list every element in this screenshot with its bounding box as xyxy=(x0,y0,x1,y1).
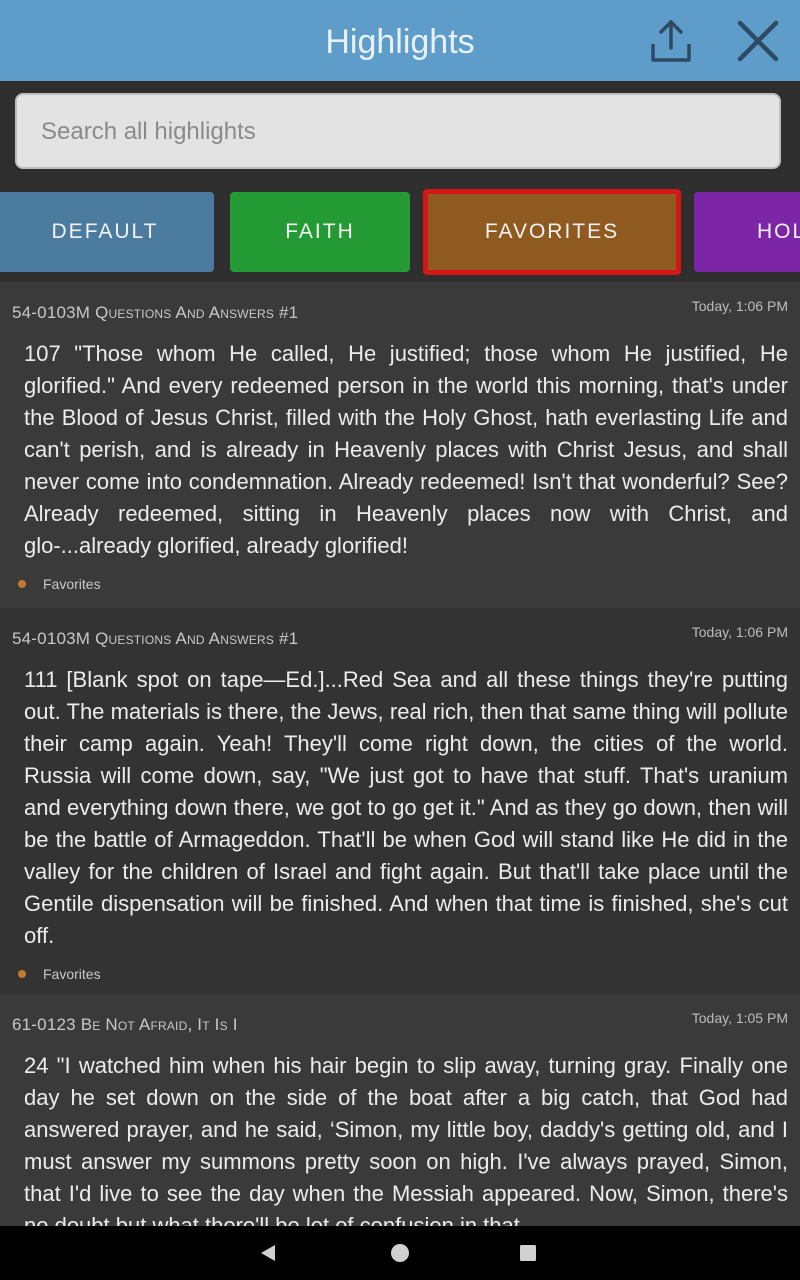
tag-hol[interactable]: HOL xyxy=(694,192,800,272)
tag-default[interactable]: DEFAULT xyxy=(0,192,214,272)
highlight-card[interactable]: 54-0103M Questions And Answers #1 Today,… xyxy=(0,282,800,608)
app-header: Highlights xyxy=(0,0,800,81)
nav-home-button[interactable] xyxy=(382,1235,418,1271)
tag-label: FAITH xyxy=(285,220,355,243)
highlights-list[interactable]: 54-0103M Questions And Answers #1 Today,… xyxy=(0,282,800,1226)
share-upload-icon xyxy=(651,20,691,62)
highlight-tag-label: Favorites xyxy=(43,576,101,592)
highlight-timestamp: Today, 1:06 PM xyxy=(691,624,788,640)
highlight-card[interactable]: 61-0123 Be Not Afraid, It Is I Today, 1:… xyxy=(0,994,800,1226)
system-nav-bar xyxy=(0,1226,800,1280)
highlight-text: 107 "Those whom He called, He justified;… xyxy=(24,341,788,558)
highlight-source-title: 54-0103M Questions And Answers #1 xyxy=(12,303,299,322)
tag-label: HOL xyxy=(757,220,800,243)
highlight-source-title: 61-0123 Be Not Afraid, It Is I xyxy=(12,1015,238,1034)
nav-recents-button[interactable] xyxy=(510,1235,546,1271)
tag-color-dot-icon xyxy=(18,580,26,588)
search-box[interactable] xyxy=(15,93,781,169)
search-input[interactable] xyxy=(39,95,743,169)
close-button[interactable] xyxy=(731,14,785,68)
recents-square-icon xyxy=(520,1245,536,1261)
home-circle-icon xyxy=(391,1244,409,1262)
tag-label: FAVORITES xyxy=(484,220,620,243)
highlight-tag: Favorites xyxy=(12,962,788,986)
highlight-tag-label: Favorites xyxy=(43,966,101,982)
highlight-timestamp: Today, 1:06 PM xyxy=(691,298,788,314)
back-triangle-icon xyxy=(261,1245,275,1261)
highlight-text: 24 "I watched him when his hair begin to… xyxy=(24,1053,788,1226)
close-icon xyxy=(737,20,779,62)
tag-faith[interactable]: FAITH xyxy=(230,192,410,272)
search-bar-container xyxy=(0,81,800,185)
highlight-timestamp: Today, 1:05 PM xyxy=(691,1010,788,1026)
highlight-text: 111 [Blank spot on tape—Ed.]...Red Sea a… xyxy=(24,667,788,948)
highlight-source-title: 54-0103M Questions And Answers #1 xyxy=(12,629,299,648)
highlight-card[interactable]: 54-0103M Questions And Answers #1 Today,… xyxy=(0,608,800,994)
tag-color-dot-icon xyxy=(18,970,26,978)
nav-back-button[interactable] xyxy=(250,1235,286,1271)
tag-favorites[interactable]: FAVORITES xyxy=(423,189,681,275)
share-button[interactable] xyxy=(644,14,698,68)
tag-filter-row[interactable]: DEFAULT FAITH FAVORITES HOL xyxy=(0,185,800,282)
highlight-tag: Favorites xyxy=(12,572,788,596)
tag-label: DEFAULT xyxy=(51,220,159,243)
